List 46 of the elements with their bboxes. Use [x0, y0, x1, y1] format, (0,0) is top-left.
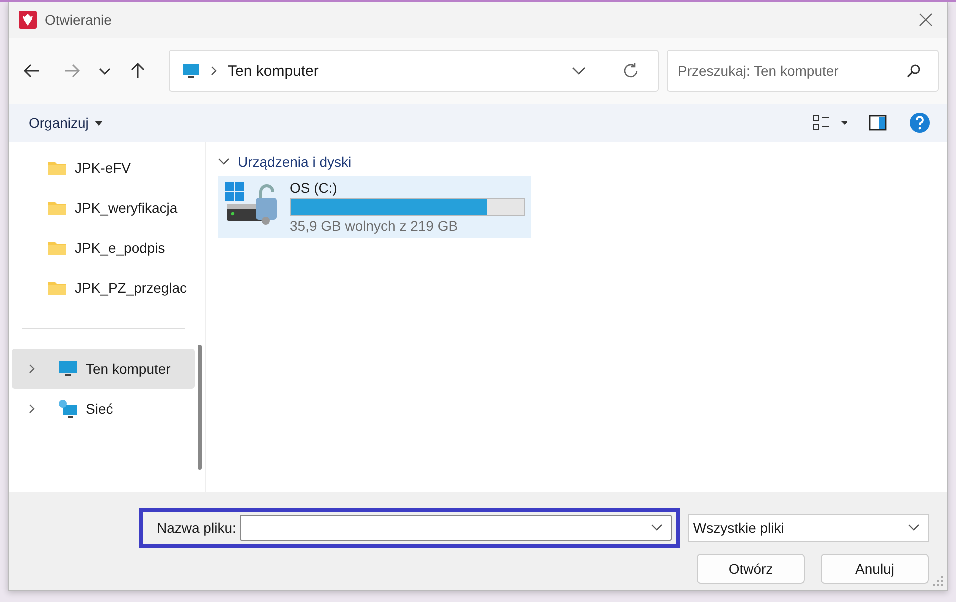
dialog-button[interactable]: Otwórz: [697, 554, 805, 584]
chevron-right-icon[interactable]: [28, 364, 36, 374]
search-field[interactable]: Przeszukaj: Ten komputer: [667, 50, 939, 92]
monitor-icon: [58, 360, 78, 378]
filename-label: Nazwa pliku:: [157, 520, 236, 536]
address-path: Ten komputer: [228, 62, 319, 80]
folder-icon: [47, 280, 67, 296]
view-options-icon[interactable]: [813, 114, 847, 132]
filename-field[interactable]: [240, 515, 672, 541]
network-icon: [58, 399, 78, 419]
forward-icon[interactable]: [63, 62, 81, 80]
sidebar-item[interactable]: JPK_weryfikacja: [9, 188, 195, 228]
folder-icon: [47, 240, 67, 256]
chevron-right-icon: [210, 66, 218, 76]
sidebar-item[interactable]: JPK-eFV: [9, 148, 195, 188]
folder-icon: [47, 160, 67, 176]
chevron-right-icon[interactable]: [28, 404, 36, 414]
back-icon[interactable]: [23, 62, 41, 80]
free-space-text: 35,9 GB wolnych z 219 GB: [290, 218, 460, 234]
caret-icon: [94, 120, 103, 126]
sidebar-item[interactable]: Ten komputer: [12, 349, 195, 389]
drive-tile[interactable]: OS (C:) 35,9 GB wolnych z 219 GB: [218, 176, 531, 238]
monitor-icon: [182, 63, 200, 79]
address-bar[interactable]: Ten komputer: [169, 50, 659, 92]
preview-pane-icon[interactable]: [869, 115, 887, 131]
drive-name: OS (C:): [290, 180, 338, 196]
sidebar-item[interactable]: Sieć: [12, 389, 195, 429]
close-icon[interactable]: [919, 13, 933, 27]
window-title: Otwieranie: [45, 12, 112, 28]
organize-button[interactable]: Organizuj: [23, 111, 109, 135]
chevron-down-icon[interactable]: [651, 524, 664, 532]
folder-icon: [47, 200, 67, 216]
search-icon: [907, 64, 921, 78]
chevron-down-icon: [908, 524, 920, 532]
sidebar-item[interactable]: JPK_e_podpis: [9, 228, 195, 268]
sidebar-item[interactable]: JPK_PZ_przeglac: [9, 268, 195, 308]
filetype-dropdown[interactable]: Wszystkie pliki: [688, 514, 929, 542]
chevron-down-icon[interactable]: [572, 66, 586, 76]
help-icon[interactable]: [909, 112, 931, 134]
refresh-icon[interactable]: [622, 62, 640, 80]
up-icon[interactable]: [129, 62, 147, 80]
dialog-button[interactable]: Anuluj: [821, 554, 929, 584]
group-header[interactable]: Urządzenia i dyski: [218, 154, 947, 170]
resize-grip-icon[interactable]: [933, 576, 943, 586]
scrollbar-thumb[interactable]: [198, 345, 202, 470]
app-icon: [19, 11, 37, 29]
